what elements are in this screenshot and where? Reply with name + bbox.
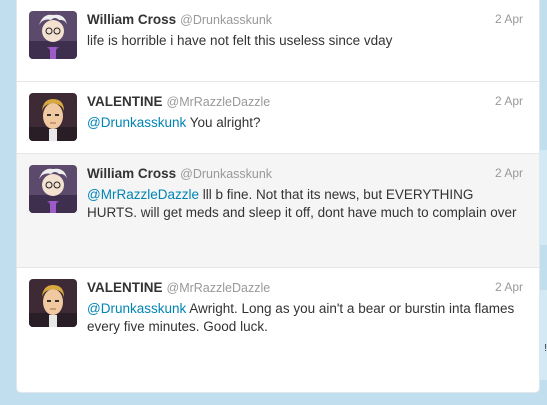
tweet-text: @Drunkasskunk Awright. Long as you ain't… (87, 300, 519, 336)
valentine-avatar[interactable] (29, 93, 77, 141)
tweet-item[interactable]: VALENTINE @MrRazzleDazzle 2 Apr @Drunkass… (17, 268, 539, 392)
tweet-timestamp[interactable]: 2 Apr (495, 12, 523, 26)
mention-link[interactable]: @Drunkasskunk (87, 301, 186, 316)
tweet-body: life is horrible i have not felt this us… (87, 33, 393, 48)
tweet-timestamp[interactable]: 2 Apr (495, 94, 523, 108)
author-display-name[interactable]: VALENTINE (87, 280, 163, 295)
william-cross-avatar[interactable] (29, 11, 77, 59)
author-display-name[interactable]: William Cross (87, 166, 176, 181)
author-handle[interactable]: @Drunkasskunk (180, 167, 272, 181)
tweet-body: You alright? (186, 115, 261, 130)
tweet-timestamp[interactable]: 2 Apr (495, 280, 523, 294)
tweet-item[interactable]: William Cross @Drunkasskunk 2 Apr life is… (17, 0, 539, 82)
tweet-timeline: William Cross @Drunkasskunk 2 Apr life is… (16, 0, 540, 393)
tweet-text: @MrRazzleDazzle lll b fine. Not that its… (87, 186, 519, 222)
author-display-name[interactable]: VALENTINE (87, 94, 163, 109)
tweet-timestamp[interactable]: 2 Apr (495, 166, 523, 180)
author-name[interactable]: VALENTINE @MrRazzleDazzle (87, 280, 270, 295)
author-display-name[interactable]: William Cross (87, 12, 176, 27)
mention-link[interactable]: @Drunkasskunk (87, 115, 186, 130)
author-name[interactable]: VALENTINE @MrRazzleDazzle (87, 94, 270, 109)
william-cross-avatar[interactable] (29, 165, 77, 213)
author-handle[interactable]: @MrRazzleDazzle (167, 281, 271, 295)
mention-link[interactable]: @MrRazzleDazzle (87, 187, 199, 202)
tweet-item[interactable]: VALENTINE @MrRazzleDazzle 2 Apr @Drunkass… (17, 82, 539, 154)
author-name[interactable]: William Cross @Drunkasskunk (87, 166, 272, 181)
tweet-item[interactable]: William Cross @Drunkasskunk 2 Apr @MrRazz… (17, 154, 539, 268)
valentine-avatar[interactable] (29, 279, 77, 327)
author-name[interactable]: William Cross @Drunkasskunk (87, 12, 272, 27)
author-handle[interactable]: @Drunkasskunk (180, 13, 272, 27)
tweet-text: life is horrible i have not felt this us… (87, 32, 519, 50)
author-handle[interactable]: @MrRazzleDazzle (167, 95, 271, 109)
tweet-text: @Drunkasskunk You alright? (87, 114, 519, 132)
